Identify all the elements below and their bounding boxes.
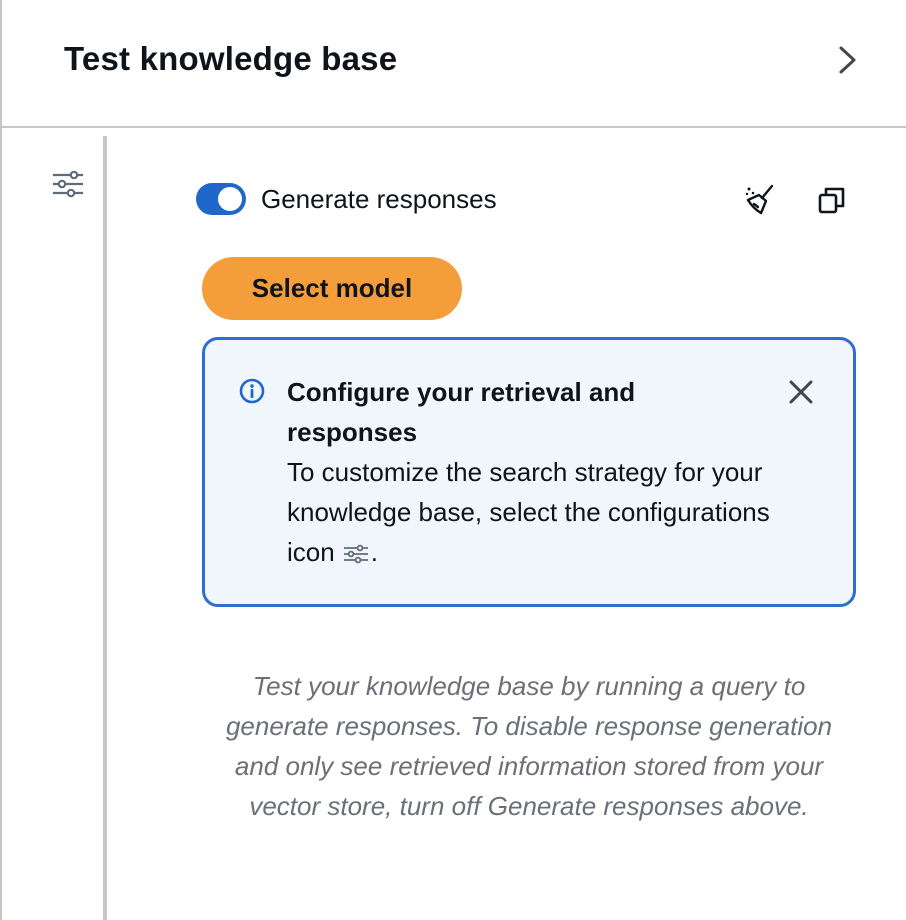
- alert-title: Configure your retrieval and responses: [287, 377, 636, 447]
- configurations-button[interactable]: [46, 164, 90, 204]
- settings-sliders-icon: [53, 170, 83, 198]
- copy-button[interactable]: [814, 182, 850, 218]
- chevron-right-icon: [839, 46, 856, 74]
- broom-icon: [745, 184, 774, 215]
- copy-icon: [818, 187, 845, 214]
- close-icon: [789, 380, 813, 404]
- inline-settings-sliders-icon: [343, 544, 368, 564]
- empty-state-help-text: Test your knowledge base by running a qu…: [225, 671, 833, 821]
- collapse-panel-button[interactable]: [830, 40, 866, 80]
- info-alert: Configure your retrieval and responses T…: [202, 337, 856, 607]
- dismiss-alert-button[interactable]: [783, 374, 819, 410]
- panel-header: Test knowledge base: [2, 0, 906, 128]
- generate-responses-toggle[interactable]: [196, 183, 246, 215]
- select-model-button[interactable]: Select model: [202, 257, 462, 320]
- alert-body: To customize the search strategy for you…: [287, 452, 787, 572]
- clear-chat-button[interactable]: [742, 182, 778, 218]
- generate-responses-row: Generate responses: [196, 180, 497, 218]
- toggle-knob: [218, 187, 242, 211]
- panel-title: Test knowledge base: [64, 40, 398, 77]
- test-panel: Test knowledge base Generate responses S…: [0, 0, 906, 920]
- rail-divider: [103, 136, 107, 920]
- alert-body-period: .: [370, 537, 378, 567]
- info-circle-icon: [239, 378, 265, 404]
- generate-responses-label: Generate responses: [261, 183, 497, 214]
